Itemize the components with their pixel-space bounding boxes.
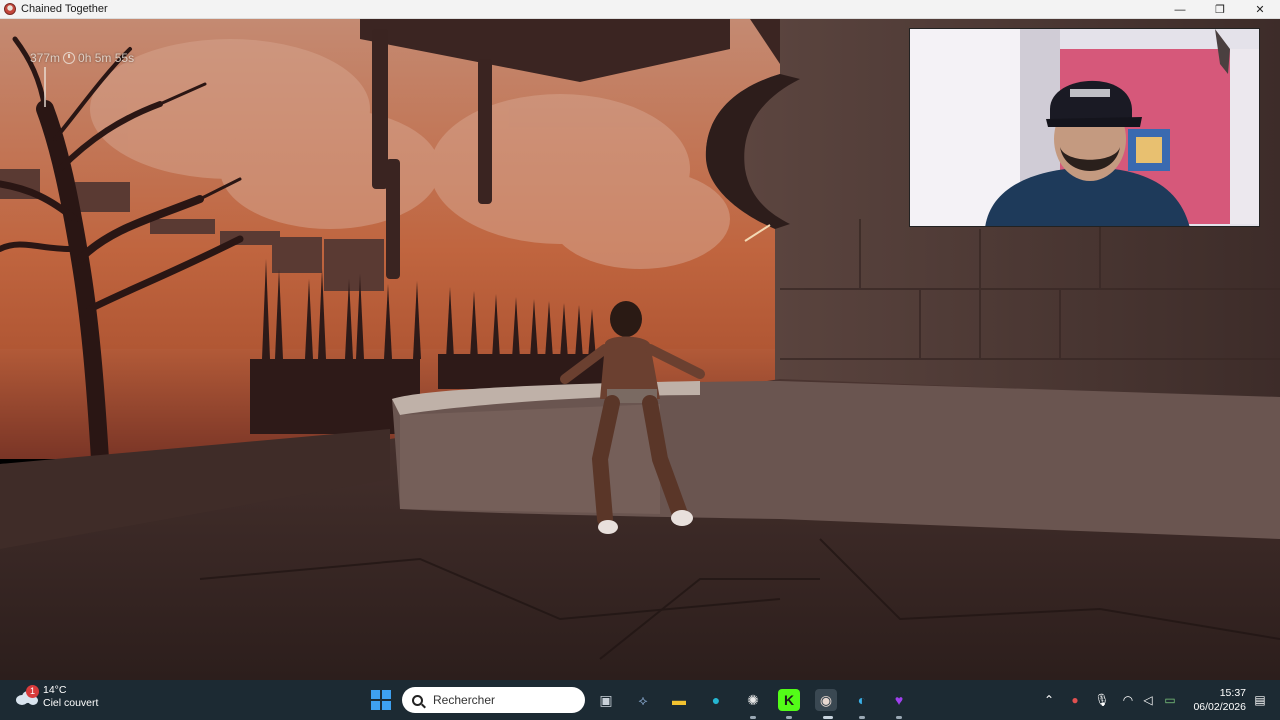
kick-icon[interactable]: K	[778, 689, 800, 711]
running-app-indicator	[786, 716, 792, 719]
microphone-icon[interactable]: 🎙	[1094, 692, 1110, 708]
window-titlebar: Chained Together — ❐ ✕	[0, 0, 1280, 19]
edge-icon[interactable]: ◐	[851, 689, 873, 711]
running-app-indicator	[750, 716, 756, 719]
hud-distance: 377m	[30, 51, 61, 65]
clock-time: 15:37	[1219, 687, 1246, 699]
webcam-overlay	[909, 28, 1260, 227]
notifications-icon[interactable]: ▤	[1252, 692, 1268, 708]
hud-progress: 377m 0h 5m 55s	[30, 51, 134, 65]
running-app-indicator	[859, 716, 865, 719]
clock-date: 06/02/2026	[1193, 701, 1246, 713]
search-label: Rechercher	[433, 693, 496, 707]
weather-temperature: 14°C	[43, 684, 67, 696]
active-app-indicator	[823, 716, 833, 719]
heart-app-icon[interactable]: ♥	[888, 689, 910, 711]
weather-condition: Ciel couvert	[43, 697, 99, 709]
task-view-icon[interactable]: ▣	[595, 689, 617, 711]
hud-height-bar	[44, 67, 46, 107]
taskbar-clock[interactable]: 15:37 06/02/2026	[1192, 686, 1246, 714]
windows-taskbar: 1 14°C Ciel couvert Rechercher ▣ ⟡ ▬ ● ✺…	[0, 680, 1280, 720]
window-controls: — ❐ ✕	[1160, 0, 1280, 19]
app-icon[interactable]: ⟡	[632, 689, 654, 711]
webcam-feed	[910, 29, 1259, 226]
chatgpt-icon[interactable]: ✺	[742, 689, 764, 711]
security-icon[interactable]: ●	[1067, 692, 1083, 708]
search-icon	[412, 694, 423, 706]
speaker-icon[interactable]: ◁	[1140, 692, 1156, 708]
running-app-indicator	[896, 716, 902, 719]
weather-notification-badge: 1	[26, 685, 39, 698]
hud-timer: 0h 5m 55s	[78, 51, 135, 65]
window-title: Chained Together	[21, 3, 108, 15]
canva-icon[interactable]: ●	[705, 689, 727, 711]
minimize-button[interactable]: —	[1160, 0, 1200, 19]
battery-icon[interactable]: ▭	[1162, 692, 1178, 708]
wifi-icon[interactable]: ◠	[1120, 692, 1136, 708]
cloudy-weather-icon: 1	[14, 685, 39, 705]
show-hidden-icons-button[interactable]: ⌃	[1041, 692, 1057, 708]
taskbar-search-box[interactable]: Rechercher	[402, 687, 585, 713]
chained-together-icon[interactable]: ◉	[815, 689, 837, 711]
close-button[interactable]: ✕	[1240, 0, 1280, 19]
start-button[interactable]	[371, 690, 391, 710]
maximize-button[interactable]: ❐	[1200, 0, 1240, 19]
file-explorer-icon[interactable]: ▬	[668, 689, 690, 711]
stopwatch-icon	[63, 52, 76, 64]
weather-widget[interactable]: 1 14°C Ciel couvert	[14, 684, 98, 710]
chained-together-app-icon	[4, 3, 16, 15]
